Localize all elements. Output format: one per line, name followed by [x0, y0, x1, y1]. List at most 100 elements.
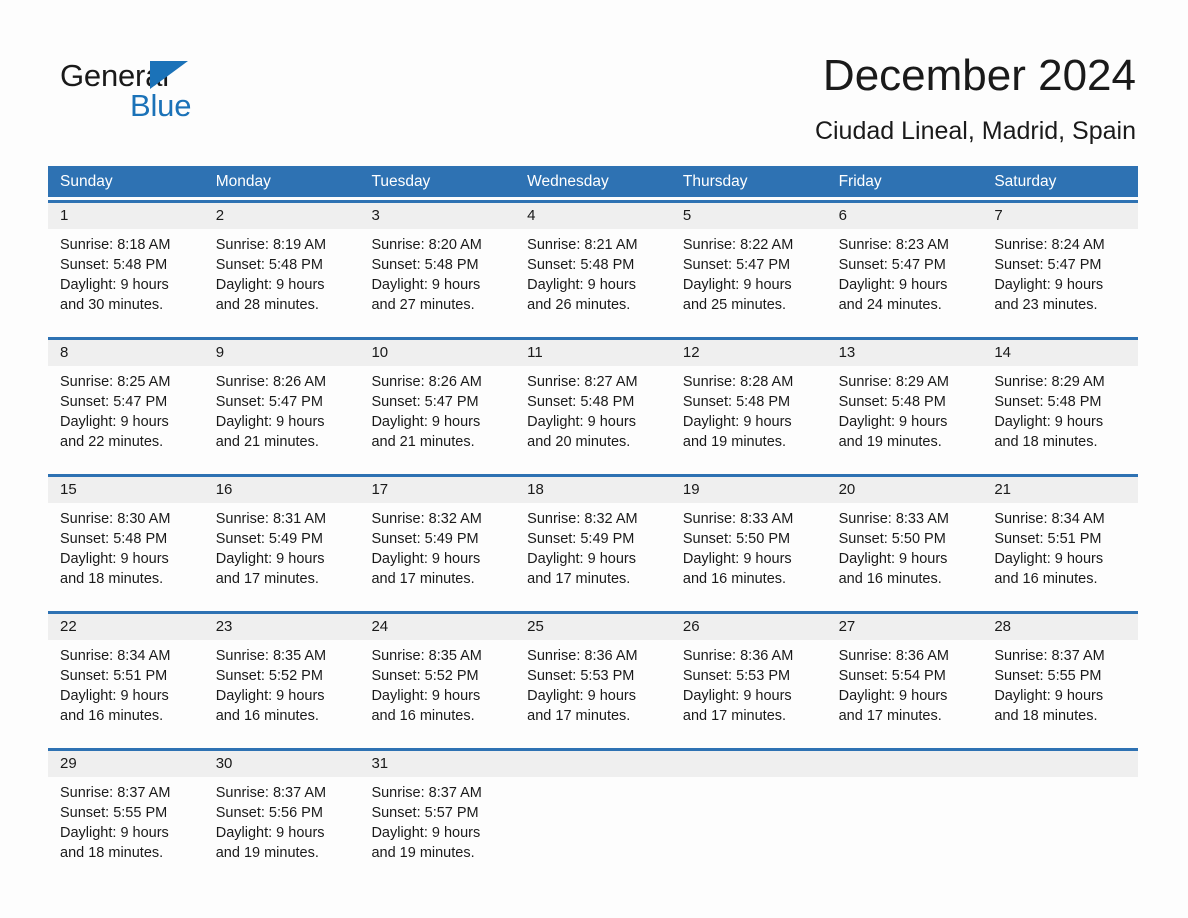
- day-cell[interactable]: Sunrise: 8:33 AM Sunset: 5:50 PM Dayligh…: [827, 503, 983, 608]
- date-number[interactable]: 15: [48, 477, 204, 503]
- day-cell[interactable]: Sunrise: 8:18 AM Sunset: 5:48 PM Dayligh…: [48, 229, 204, 334]
- date-number[interactable]: 27: [827, 614, 983, 640]
- sunrise-text: Sunrise: 8:35 AM: [371, 648, 482, 664]
- date-number[interactable]: 17: [359, 477, 515, 503]
- day-cell[interactable]: Sunrise: 8:22 AM Sunset: 5:47 PM Dayligh…: [671, 229, 827, 334]
- date-number[interactable]: 9: [204, 340, 360, 366]
- page-header: General Blue December 2024 Ciudad Lineal…: [0, 0, 1188, 146]
- day-cell[interactable]: Sunrise: 8:36 AM Sunset: 5:54 PM Dayligh…: [827, 640, 983, 745]
- day-cell[interactable]: Sunrise: 8:29 AM Sunset: 5:48 PM Dayligh…: [982, 366, 1138, 471]
- date-number[interactable]: 13: [827, 340, 983, 366]
- day-cell[interactable]: Sunrise: 8:36 AM Sunset: 5:53 PM Dayligh…: [671, 640, 827, 745]
- daylight-text-line1: Daylight: 9 hours: [60, 551, 169, 567]
- date-number[interactable]: 30: [204, 751, 360, 777]
- day-cell[interactable]: Sunrise: 8:37 AM Sunset: 5:57 PM Dayligh…: [359, 777, 515, 882]
- daylight-text-line1: Daylight: 9 hours: [60, 277, 169, 293]
- daylight-text-line2: and 26 minutes.: [527, 297, 631, 313]
- day-cell[interactable]: Sunrise: 8:30 AM Sunset: 5:48 PM Dayligh…: [48, 503, 204, 608]
- calendar-week-row: 22 23 24 25 26 27 28 Sunrise: 8:34 AM Su…: [48, 611, 1138, 745]
- date-number[interactable]: 18: [515, 477, 671, 503]
- daylight-text-line1: Daylight: 9 hours: [682, 414, 792, 430]
- date-number[interactable]: 7: [982, 203, 1138, 229]
- sunset-text: Sunset: 5:51 PM: [994, 531, 1102, 547]
- day-cell[interactable]: Sunrise: 8:34 AM Sunset: 5:51 PM Dayligh…: [982, 503, 1138, 608]
- day-cell[interactable]: Sunrise: 8:26 AM Sunset: 5:47 PM Dayligh…: [204, 366, 360, 471]
- daylight-text-line2: and 17 minutes.: [527, 708, 631, 724]
- sunset-text: Sunset: 5:47 PM: [215, 394, 323, 410]
- sunrise-text: Sunrise: 8:32 AM: [371, 511, 482, 527]
- daylight-text-line2: and 17 minutes.: [371, 571, 475, 587]
- day-cell[interactable]: Sunrise: 8:34 AM Sunset: 5:51 PM Dayligh…: [48, 640, 204, 745]
- daylight-text-line2: and 17 minutes.: [527, 571, 631, 587]
- day-cell[interactable]: Sunrise: 8:32 AM Sunset: 5:49 PM Dayligh…: [359, 503, 515, 608]
- daylight-text-line1: Daylight: 9 hours: [215, 277, 325, 293]
- date-number[interactable]: 24: [359, 614, 515, 640]
- date-number[interactable]: 23: [204, 614, 360, 640]
- day-cell[interactable]: Sunrise: 8:24 AM Sunset: 5:47 PM Dayligh…: [982, 229, 1138, 334]
- date-number[interactable]: 20: [827, 477, 983, 503]
- daylight-text-line2: and 27 minutes.: [371, 297, 475, 313]
- day-cell[interactable]: Sunrise: 8:23 AM Sunset: 5:47 PM Dayligh…: [827, 229, 983, 334]
- date-number[interactable]: 28: [982, 614, 1138, 640]
- logo-triangle-icon: [150, 61, 188, 89]
- date-number[interactable]: 29: [48, 751, 204, 777]
- day-cell[interactable]: Sunrise: 8:26 AM Sunset: 5:47 PM Dayligh…: [359, 366, 515, 471]
- day-cell[interactable]: Sunrise: 8:29 AM Sunset: 5:48 PM Dayligh…: [827, 366, 983, 471]
- date-number[interactable]: 26: [671, 614, 827, 640]
- date-number[interactable]: 31: [359, 751, 515, 777]
- date-number[interactable]: 1: [48, 203, 204, 229]
- calendar-week-row: 29 30 31 Sunrise: 8:37 AM Sunset: 5:55 P…: [48, 748, 1138, 882]
- date-number[interactable]: 22: [48, 614, 204, 640]
- date-number-empty: [982, 751, 1138, 777]
- day-cell[interactable]: Sunrise: 8:35 AM Sunset: 5:52 PM Dayligh…: [204, 640, 360, 745]
- daylight-text-line2: and 16 minutes.: [60, 708, 164, 724]
- generalblue-logo[interactable]: General Blue: [58, 48, 218, 121]
- week-date-band: 1 2 3 4 5 6 7: [48, 203, 1138, 229]
- sunset-text: Sunset: 5:50 PM: [682, 531, 791, 547]
- sunrise-text: Sunrise: 8:36 AM: [682, 648, 794, 664]
- date-number[interactable]: 16: [204, 477, 360, 503]
- day-cell[interactable]: Sunrise: 8:28 AM Sunset: 5:48 PM Dayligh…: [671, 366, 827, 471]
- date-number[interactable]: 4: [515, 203, 671, 229]
- date-number[interactable]: 12: [671, 340, 827, 366]
- daylight-text-line1: Daylight: 9 hours: [371, 414, 481, 430]
- day-cell[interactable]: Sunrise: 8:27 AM Sunset: 5:48 PM Dayligh…: [515, 366, 671, 471]
- sunrise-text: Sunrise: 8:18 AM: [60, 237, 171, 253]
- sunset-text: Sunset: 5:47 PM: [682, 257, 791, 273]
- day-cell[interactable]: Sunrise: 8:36 AM Sunset: 5:53 PM Dayligh…: [515, 640, 671, 745]
- sunrise-text: Sunrise: 8:21 AM: [527, 237, 638, 253]
- date-number[interactable]: 8: [48, 340, 204, 366]
- date-number[interactable]: 2: [204, 203, 360, 229]
- date-number[interactable]: 19: [671, 477, 827, 503]
- daylight-text-line2: and 21 minutes.: [215, 434, 319, 450]
- date-number[interactable]: 21: [982, 477, 1138, 503]
- date-number[interactable]: 10: [359, 340, 515, 366]
- date-number[interactable]: 25: [515, 614, 671, 640]
- day-cell[interactable]: Sunrise: 8:20 AM Sunset: 5:48 PM Dayligh…: [359, 229, 515, 334]
- day-cell[interactable]: Sunrise: 8:33 AM Sunset: 5:50 PM Dayligh…: [671, 503, 827, 608]
- day-cell[interactable]: Sunrise: 8:19 AM Sunset: 5:48 PM Dayligh…: [204, 229, 360, 334]
- date-number[interactable]: 11: [515, 340, 671, 366]
- day-cell[interactable]: Sunrise: 8:37 AM Sunset: 5:55 PM Dayligh…: [982, 640, 1138, 745]
- sunrise-text: Sunrise: 8:23 AM: [838, 237, 950, 253]
- day-cell[interactable]: Sunrise: 8:21 AM Sunset: 5:48 PM Dayligh…: [515, 229, 671, 334]
- date-number[interactable]: 6: [827, 203, 983, 229]
- date-number[interactable]: 5: [671, 203, 827, 229]
- day-cell[interactable]: Sunrise: 8:37 AM Sunset: 5:55 PM Dayligh…: [48, 777, 204, 882]
- sunset-text: Sunset: 5:47 PM: [371, 394, 479, 410]
- day-cell-empty: [671, 777, 827, 882]
- day-cell[interactable]: Sunrise: 8:37 AM Sunset: 5:56 PM Dayligh…: [204, 777, 360, 882]
- sunrise-text: Sunrise: 8:26 AM: [371, 374, 482, 390]
- date-number[interactable]: 3: [359, 203, 515, 229]
- weekday-header-friday: Friday: [838, 173, 882, 190]
- day-cell[interactable]: Sunrise: 8:25 AM Sunset: 5:47 PM Dayligh…: [48, 366, 204, 471]
- daylight-text-line1: Daylight: 9 hours: [60, 825, 169, 841]
- day-cell[interactable]: Sunrise: 8:35 AM Sunset: 5:52 PM Dayligh…: [359, 640, 515, 745]
- day-cell[interactable]: Sunrise: 8:32 AM Sunset: 5:49 PM Dayligh…: [515, 503, 671, 608]
- sunset-text: Sunset: 5:47 PM: [60, 394, 168, 410]
- date-number[interactable]: 14: [982, 340, 1138, 366]
- sunset-text: Sunset: 5:53 PM: [527, 668, 635, 684]
- calendar-week-row: 15 16 17 18 19 20 21 Sunrise: 8:30 AM Su…: [48, 474, 1138, 608]
- daylight-text-line1: Daylight: 9 hours: [215, 688, 325, 704]
- day-cell[interactable]: Sunrise: 8:31 AM Sunset: 5:49 PM Dayligh…: [204, 503, 360, 608]
